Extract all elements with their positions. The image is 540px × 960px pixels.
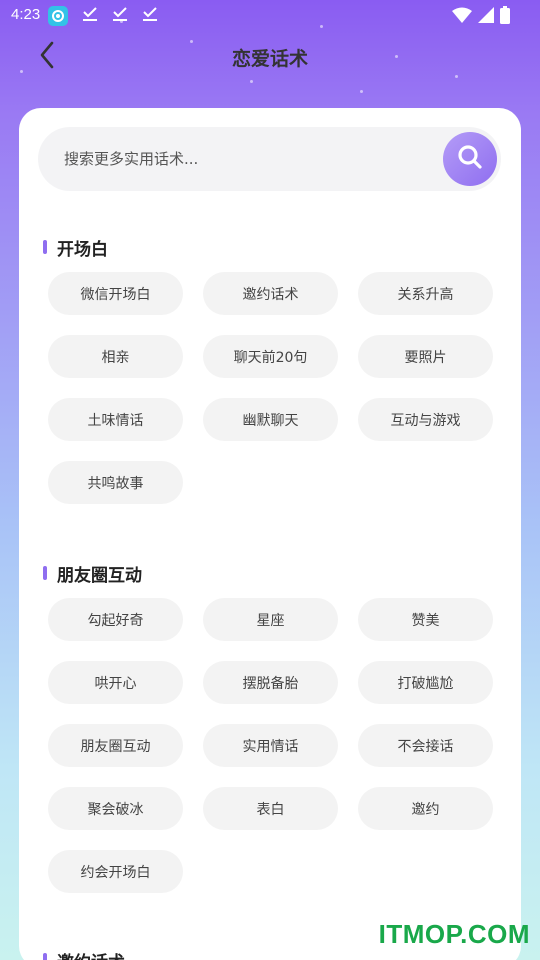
tag-button[interactable]: 幽默聊天 (203, 398, 338, 441)
tag-button[interactable]: 相亲 (48, 335, 183, 378)
section-title: 邀约话术 (57, 948, 125, 960)
status-time: 4:23 (11, 6, 41, 23)
page-title: 恋爱话术 (231, 48, 308, 70)
content-card: 开场白 微信开场白 邀约话术 关系升高 相亲 聊天前20句 要照片 土味情话 幽… (19, 108, 521, 960)
tag-button[interactable]: 赞美 (358, 598, 493, 641)
download-done-icon (82, 6, 98, 26)
tag-button[interactable]: 互动与游戏 (358, 398, 493, 441)
tag-button[interactable]: 星座 (203, 598, 338, 641)
tag-button[interactable]: 打破尴尬 (358, 661, 493, 704)
tag-grid: 微信开场白 邀约话术 关系升高 相亲 聊天前20句 要照片 土味情话 幽默聊天 … (48, 272, 498, 504)
tag-button[interactable]: 聚会破冰 (48, 787, 183, 830)
tag-button[interactable]: 微信开场白 (48, 272, 183, 315)
app-icon (48, 6, 68, 26)
search-button[interactable] (443, 132, 497, 186)
notification-icons (48, 6, 158, 26)
battery-icon (500, 6, 510, 28)
download-done-icon (142, 6, 158, 26)
search-icon (456, 143, 484, 175)
section-accent-bar (43, 240, 47, 254)
section-accent-bar (43, 566, 47, 580)
tag-button[interactable]: 勾起好奇 (48, 598, 183, 641)
search-input[interactable] (64, 127, 434, 191)
watermark: ITMOP.COM (378, 919, 530, 949)
tag-button[interactable]: 哄开心 (48, 661, 183, 704)
tag-grid: 勾起好奇 星座 赞美 哄开心 摆脱备胎 打破尴尬 朋友圈互动 实用情话 不会接话… (48, 598, 498, 893)
tag-button[interactable]: 朋友圈互动 (48, 724, 183, 767)
tag-button[interactable]: 摆脱备胎 (203, 661, 338, 704)
search-bar (38, 127, 501, 191)
tag-button[interactable]: 表白 (203, 787, 338, 830)
signal-icon (478, 7, 494, 27)
top-nav: 恋爱话术 (0, 36, 540, 80)
tag-button[interactable]: 实用情话 (203, 724, 338, 767)
section-header: 邀约话术 (43, 948, 125, 960)
section-header: 朋友圈互动 (43, 561, 142, 586)
tag-button[interactable]: 共鸣故事 (48, 461, 183, 504)
download-done-icon (112, 6, 128, 26)
section-accent-bar (43, 953, 47, 960)
tag-button[interactable]: 关系升高 (358, 272, 493, 315)
section-header: 开场白 (43, 235, 108, 260)
system-icons (452, 6, 510, 28)
section-title: 朋友圈互动 (57, 565, 142, 586)
section-title: 开场白 (57, 239, 108, 260)
status-bar: 4:23 (0, 0, 540, 32)
wifi-icon (452, 7, 472, 27)
tag-button[interactable]: 要照片 (358, 335, 493, 378)
tag-button[interactable]: 邀约 (358, 787, 493, 830)
tag-button[interactable]: 不会接话 (358, 724, 493, 767)
tag-button[interactable]: 约会开场白 (48, 850, 183, 893)
tag-button[interactable]: 聊天前20句 (203, 335, 338, 378)
tag-button[interactable]: 邀约话术 (203, 272, 338, 315)
tag-button[interactable]: 土味情话 (48, 398, 183, 441)
